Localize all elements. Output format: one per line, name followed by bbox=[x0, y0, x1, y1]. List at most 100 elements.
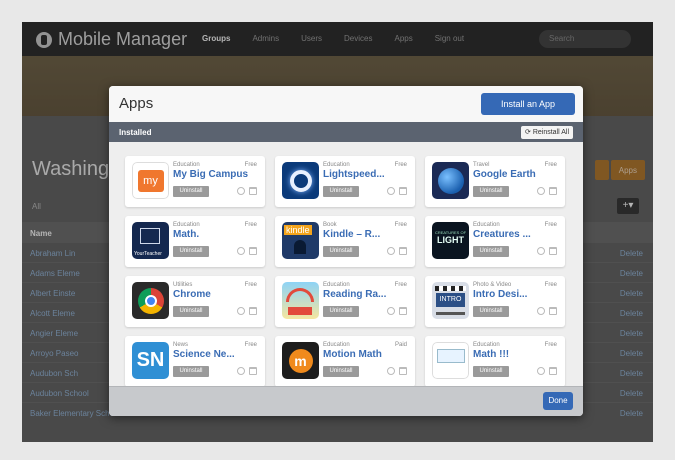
intro-designer-icon[interactable]: INTRO bbox=[432, 282, 469, 319]
chrome-icon[interactable] bbox=[132, 282, 169, 319]
creatures-of-light-icon[interactable]: CREATURES OF LIGHT bbox=[432, 222, 469, 259]
app-frame: Mobile Manager Groups Admins Users Devic… bbox=[22, 22, 653, 442]
installed-label: Installed bbox=[119, 128, 152, 137]
uninstall-button[interactable]: Uninstall bbox=[473, 366, 509, 377]
app-card[interactable]: Utilities Free Chrome Uninstall bbox=[125, 276, 265, 327]
app-name[interactable]: Chrome bbox=[173, 289, 211, 300]
trash-icon[interactable] bbox=[249, 367, 257, 375]
modal-footer: Done bbox=[109, 386, 583, 416]
installed-section-bar: Installed ⟳ Reinstall All bbox=[109, 122, 583, 142]
science-news-icon[interactable]: SN bbox=[132, 342, 169, 379]
app-card[interactable]: CREATURES OF LIGHT Education Free Creatures … bbox=[425, 216, 565, 267]
uninstall-button[interactable]: Uninstall bbox=[323, 306, 359, 317]
app-price: Free bbox=[394, 222, 407, 228]
motion-math-icon[interactable]: m bbox=[282, 342, 319, 379]
app-name[interactable]: Motion Math bbox=[323, 349, 382, 360]
app-name[interactable]: Lightspeed... bbox=[323, 169, 385, 180]
reinstall-all-button[interactable]: ⟳ Reinstall All bbox=[520, 126, 573, 139]
app-price: Free bbox=[544, 222, 557, 228]
trash-icon[interactable] bbox=[549, 307, 557, 315]
uninstall-button[interactable]: Uninstall bbox=[323, 366, 359, 377]
refresh-icon[interactable] bbox=[387, 367, 395, 375]
app-name[interactable]: Kindle – R... bbox=[323, 229, 380, 240]
app-price: Free bbox=[544, 282, 557, 288]
uninstall-button[interactable]: Uninstall bbox=[323, 186, 359, 197]
app-card[interactable]: SN News Free Science Ne... Uninstall bbox=[125, 336, 265, 386]
modal-header: Apps Install an App bbox=[109, 86, 583, 122]
uninstall-button[interactable]: Uninstall bbox=[323, 246, 359, 257]
app-card[interactable]: YourTeacher Education Free Math. Uninstall bbox=[125, 216, 265, 267]
app-price: Paid bbox=[394, 342, 407, 348]
trash-icon[interactable] bbox=[399, 307, 407, 315]
uninstall-button[interactable]: Uninstall bbox=[473, 306, 509, 317]
app-card[interactable]: kindle Book Free Kindle – R... Uninstall bbox=[275, 216, 415, 267]
refresh-icon[interactable] bbox=[237, 187, 245, 195]
refresh-icon[interactable] bbox=[237, 247, 245, 255]
refresh-icon[interactable] bbox=[387, 187, 395, 195]
app-card[interactable]: INTRO Photo & Video Free Intro Desi... Unins… bbox=[425, 276, 565, 327]
app-card[interactable]: Education Free Reading Ra... Uninstall bbox=[275, 276, 415, 327]
app-price: Free bbox=[544, 342, 557, 348]
trash-icon[interactable] bbox=[399, 367, 407, 375]
trash-icon[interactable] bbox=[549, 367, 557, 375]
google-earth-icon[interactable] bbox=[432, 162, 469, 199]
reinstall-all-label: Reinstall All bbox=[532, 129, 569, 136]
app-card[interactable]: m Education Paid Motion Math Uninstall bbox=[275, 336, 415, 386]
install-app-button[interactable]: Install an App bbox=[481, 93, 575, 115]
app-name[interactable]: Google Earth bbox=[473, 169, 536, 180]
trash-icon[interactable] bbox=[399, 187, 407, 195]
app-card[interactable]: my Education Free My Big Campus Uninstall bbox=[125, 156, 265, 207]
apps-grid: my Education Free My Big Campus Uninstall Edu… bbox=[109, 142, 583, 386]
card-actions bbox=[537, 187, 557, 195]
app-price: Free bbox=[394, 162, 407, 168]
card-actions bbox=[237, 187, 257, 195]
uninstall-button[interactable]: Uninstall bbox=[473, 186, 509, 197]
uninstall-button[interactable]: Uninstall bbox=[173, 366, 209, 377]
trash-icon[interactable] bbox=[549, 187, 557, 195]
refresh-icon[interactable] bbox=[537, 367, 545, 375]
refresh-icon[interactable] bbox=[237, 367, 245, 375]
kindle-icon[interactable]: kindle bbox=[282, 222, 319, 259]
done-button[interactable]: Done bbox=[543, 392, 573, 410]
app-name[interactable]: Math !!! bbox=[473, 349, 509, 360]
refresh-icon[interactable] bbox=[387, 307, 395, 315]
trash-icon[interactable] bbox=[399, 247, 407, 255]
card-actions bbox=[537, 307, 557, 315]
refresh-icon[interactable] bbox=[537, 187, 545, 195]
app-card[interactable]: Travel Free Google Earth Uninstall bbox=[425, 156, 565, 207]
app-name[interactable]: My Big Campus bbox=[173, 169, 248, 180]
uninstall-button[interactable]: Uninstall bbox=[173, 306, 209, 317]
my-big-campus-icon[interactable]: my bbox=[132, 162, 169, 199]
card-actions bbox=[237, 247, 257, 255]
app-category: News bbox=[173, 342, 189, 348]
math-icon[interactable]: YourTeacher bbox=[132, 222, 169, 259]
app-price: Free bbox=[544, 162, 557, 168]
refresh-icon[interactable] bbox=[537, 247, 545, 255]
app-name[interactable]: Science Ne... bbox=[173, 349, 235, 360]
refresh-icon[interactable] bbox=[387, 247, 395, 255]
app-price: Free bbox=[244, 342, 257, 348]
trash-icon[interactable] bbox=[249, 307, 257, 315]
trash-icon[interactable] bbox=[249, 247, 257, 255]
uninstall-button[interactable]: Uninstall bbox=[473, 246, 509, 257]
modal-title: Apps bbox=[119, 95, 154, 112]
math-exclaim-icon[interactable] bbox=[432, 342, 469, 379]
lightspeed-icon[interactable] bbox=[282, 162, 319, 199]
trash-icon[interactable] bbox=[549, 247, 557, 255]
uninstall-button[interactable]: Uninstall bbox=[173, 186, 209, 197]
app-name[interactable]: Creatures ... bbox=[473, 229, 531, 240]
reading-rainbow-icon[interactable] bbox=[282, 282, 319, 319]
uninstall-button[interactable]: Uninstall bbox=[173, 246, 209, 257]
app-card[interactable]: Education Free Math !!! Uninstall bbox=[425, 336, 565, 386]
app-card[interactable]: Education Free Lightspeed... Uninstall bbox=[275, 156, 415, 207]
app-name[interactable]: Reading Ra... bbox=[323, 289, 386, 300]
app-category: Education bbox=[323, 162, 350, 168]
app-category: Education bbox=[323, 282, 350, 288]
app-name[interactable]: Intro Desi... bbox=[473, 289, 527, 300]
card-actions bbox=[387, 187, 407, 195]
refresh-icon[interactable] bbox=[237, 307, 245, 315]
trash-icon[interactable] bbox=[249, 187, 257, 195]
card-actions bbox=[237, 367, 257, 375]
app-name[interactable]: Math. bbox=[173, 229, 199, 240]
refresh-icon[interactable] bbox=[537, 307, 545, 315]
